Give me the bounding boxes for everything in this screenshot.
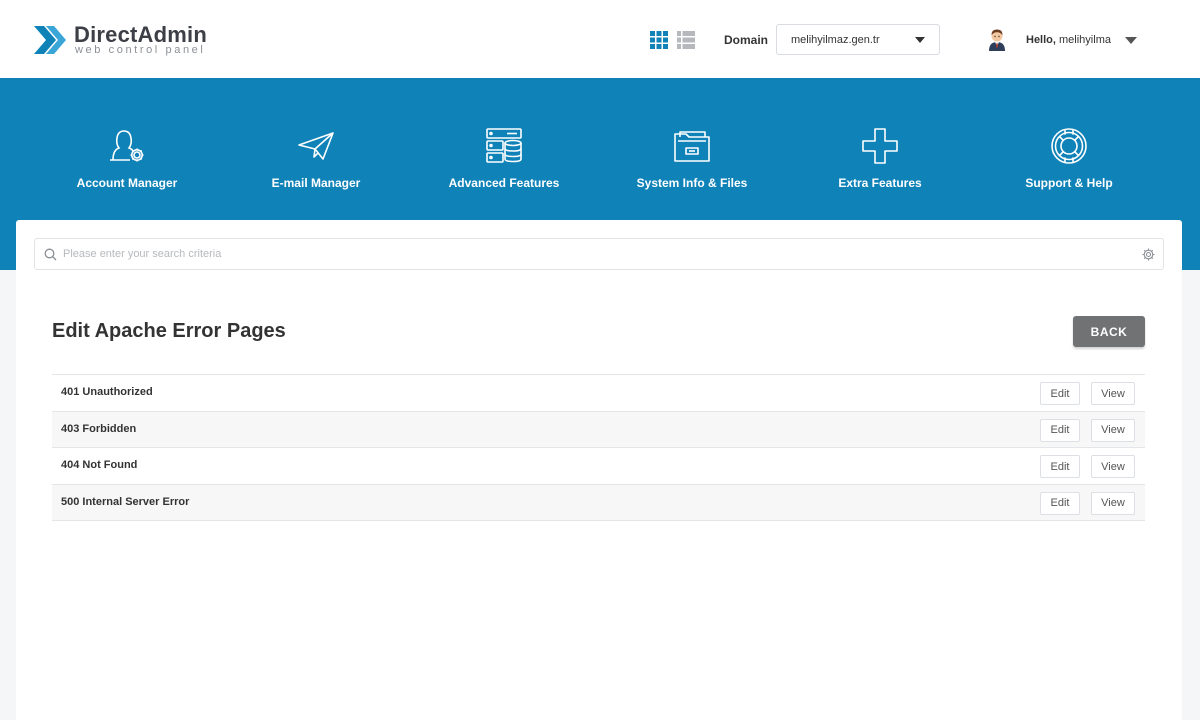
- nav-label: Advanced Features: [448, 176, 560, 190]
- error-page-label: 404 Not Found: [61, 459, 138, 471]
- edit-button[interactable]: Edit: [1040, 382, 1080, 405]
- gear-icon[interactable]: [1142, 248, 1155, 261]
- greeting: Hello, melihyilma: [1026, 34, 1111, 46]
- table-row: 403 Forbidden Edit View: [52, 411, 1145, 448]
- view-button[interactable]: View: [1091, 491, 1135, 515]
- table-row: 404 Not Found Edit View: [52, 448, 1145, 485]
- view-button[interactable]: View: [1091, 382, 1135, 405]
- list-view-icon[interactable]: [677, 31, 695, 49]
- nav-label: E-mail Manager: [271, 176, 361, 190]
- server-database-icon: [486, 128, 522, 163]
- error-page-label: 500 Internal Server Error: [61, 495, 190, 508]
- nav-label: Support & Help: [1025, 176, 1113, 190]
- view-button[interactable]: View: [1091, 418, 1135, 442]
- domain-select[interactable]: melihyilmaz.gen.tr: [776, 24, 940, 55]
- greeting-prefix: Hello,: [1026, 34, 1056, 46]
- back-button[interactable]: BACK: [1073, 316, 1145, 347]
- view-button[interactable]: View: [1091, 455, 1135, 478]
- nav-item-extra-features[interactable]: Extra Features: [790, 126, 970, 198]
- nav-item-email-manager[interactable]: E-mail Manager: [226, 126, 406, 198]
- nav-label: System Info & Files: [636, 176, 748, 190]
- content-panel: Edit Apache Error Pages BACK 401 Unautho…: [16, 220, 1182, 720]
- nav-item-account-manager[interactable]: Account Manager: [37, 126, 217, 198]
- table-row: 500 Internal Server Error Edit View: [52, 484, 1145, 521]
- domain-value: melihyilmaz.gen.tr: [791, 34, 880, 46]
- plus-icon: [862, 128, 898, 164]
- error-pages-table: 401 Unauthorized Edit View 403 Forbidden…: [52, 374, 1145, 521]
- nav-item-system-info-files[interactable]: System Info & Files: [602, 126, 782, 198]
- search-bar: [34, 238, 1164, 270]
- directadmin-logo[interactable]: DirectAdmin web control panel: [34, 20, 234, 62]
- grid-view-icon[interactable]: [650, 31, 668, 49]
- edit-button[interactable]: Edit: [1040, 455, 1080, 478]
- avatar: [989, 29, 1005, 51]
- folder-icon: [674, 131, 710, 162]
- page-title: Edit Apache Error Pages: [52, 320, 286, 342]
- brand-subtitle: web control panel: [75, 44, 206, 56]
- search-input[interactable]: [63, 243, 1133, 265]
- search-icon: [44, 248, 57, 261]
- user-gear-icon: [110, 130, 144, 162]
- nav-label: Extra Features: [838, 176, 922, 190]
- username: melihyilma: [1059, 34, 1111, 46]
- error-page-label: 401 Unauthorized: [61, 386, 153, 398]
- nav-item-advanced-features[interactable]: Advanced Features: [414, 126, 594, 198]
- paper-plane-icon: [298, 132, 334, 160]
- edit-button[interactable]: Edit: [1040, 418, 1080, 442]
- table-row: 401 Unauthorized Edit View: [52, 375, 1145, 412]
- caret-down-icon: [1125, 37, 1137, 44]
- lifebuoy-icon: [1051, 128, 1087, 164]
- nav-item-support-help[interactable]: Support & Help: [979, 126, 1159, 198]
- edit-button[interactable]: Edit: [1040, 491, 1080, 515]
- domain-label: Domain: [724, 33, 769, 47]
- top-header: DirectAdmin web control panel Domain mel…: [0, 0, 1200, 78]
- logo-chevron-icon: [34, 26, 66, 54]
- nav-label: Account Manager: [76, 176, 178, 190]
- error-page-label: 403 Forbidden: [61, 422, 137, 435]
- caret-down-icon: [915, 37, 925, 43]
